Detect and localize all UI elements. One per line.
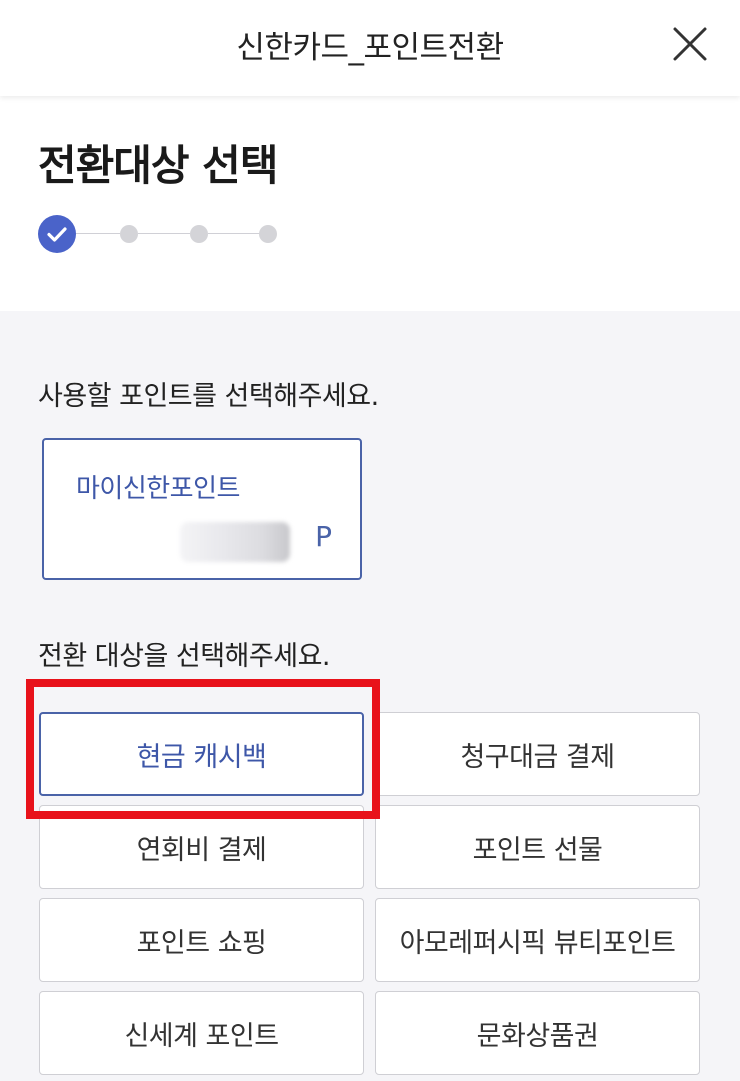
point-source-name: 마이신한포인트 [76, 474, 240, 504]
option-point-shopping[interactable]: 포인트 쇼핑 [39, 898, 364, 982]
option-annual-fee-payment[interactable]: 연회비 결제 [39, 805, 364, 889]
header-bar: 신한카드_포인트전환 [0, 0, 740, 96]
content-area: 사용할 포인트를 선택해주세요. 마이신한포인트 P 전환 대상을 선택해주세요… [0, 311, 740, 1081]
option-culture-gift-card[interactable]: 문화상품권 [375, 991, 700, 1075]
option-bill-payment[interactable]: 청구대금 결제 [375, 712, 700, 796]
check-icon [47, 227, 67, 242]
step-2-dot [120, 225, 138, 243]
close-button[interactable] [670, 24, 710, 64]
option-amorepacific-beauty-point[interactable]: 아모레퍼시픽 뷰티포인트 [375, 898, 700, 982]
header-title: 신한카드_포인트전환 [236, 30, 504, 66]
progress-stepper [38, 214, 298, 254]
step-connector [138, 233, 190, 234]
step-connector [208, 233, 260, 234]
step-1-active [38, 215, 76, 253]
option-cash-back[interactable]: 현금 캐시백 [39, 712, 364, 796]
option-point-gift[interactable]: 포인트 선물 [375, 805, 700, 889]
point-unit: P [315, 520, 332, 553]
point-balance-redacted [180, 522, 290, 562]
step-connector [76, 233, 120, 234]
close-icon [673, 27, 707, 61]
title-section: 전환대상 선택 [0, 96, 740, 311]
source-section-label: 사용할 포인트를 선택해주세요. [38, 381, 379, 412]
target-section-label: 전환 대상을 선택해주세요. [38, 641, 331, 672]
option-shinsegae-point[interactable]: 신세계 포인트 [39, 991, 364, 1075]
step-3-dot [190, 225, 208, 243]
step-4-dot [259, 225, 277, 243]
page-title: 전환대상 선택 [38, 141, 278, 190]
point-source-card[interactable]: 마이신한포인트 P [42, 438, 362, 580]
